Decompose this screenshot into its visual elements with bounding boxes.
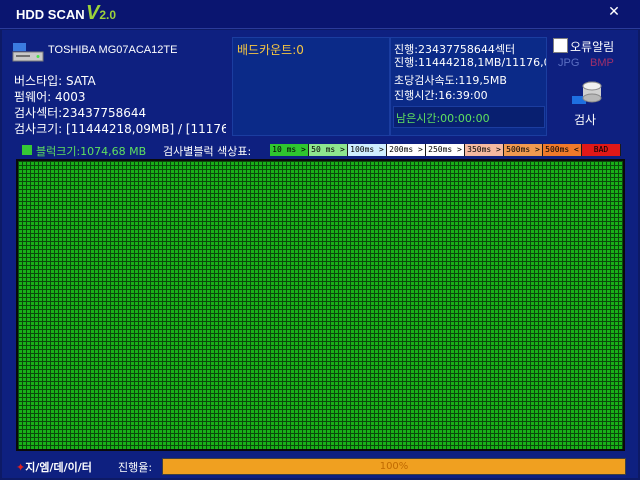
scan-size: 검사크기: [11444218,09MB] / [11176,0 — [14, 122, 226, 136]
block-size: 블럭크기:1074,68 MB — [36, 145, 147, 158]
app-version: V2.0 — [86, 2, 117, 24]
latency-legend: 10 ms > 50 ms > 100ms > 200ms > 250ms > … — [270, 144, 621, 156]
legend-item: 500ms > — [504, 144, 543, 156]
legend-item: BAD — [582, 144, 621, 156]
legend-item: 10 ms > — [270, 144, 309, 156]
brand-logo: ✦지/엠/데/이/터 — [16, 461, 92, 474]
error-alarm-label[interactable]: 오류알림 — [570, 38, 614, 55]
progress-panel: 진행:23437758644섹터 진행:11444218,1MB/11176,0… — [390, 37, 547, 136]
block-size-swatch — [22, 145, 32, 155]
scan-button[interactable]: 검사 — [574, 111, 596, 128]
scan-sectors: 검사섹터:23437758644 — [14, 106, 147, 120]
star-icon: ✦ — [16, 461, 26, 474]
block-map — [18, 161, 623, 449]
legend-item: 250ms > — [426, 144, 465, 156]
remaining-time-box: 남은시간:00:00:00 — [393, 106, 545, 128]
scan-speed: 초당검사속도:119,5MB — [394, 74, 507, 87]
bad-count-panel: 배드카운트:0 — [232, 37, 390, 136]
progress-label: 진행율: — [118, 461, 153, 474]
remaining-time: 남은시간:00:00:00 — [396, 112, 490, 125]
drive-name: TOSHIBA MG07ACA12TE — [48, 44, 178, 56]
legend-title: 검사별블럭 색상표: — [163, 145, 252, 158]
app-title: HDD SCAN — [16, 7, 85, 22]
progress-bytes: 진행:11444218,1MB/11176,0 — [394, 56, 547, 69]
legend-item: 350ms > — [465, 144, 504, 156]
block-map-frame — [16, 159, 625, 451]
bmp-option[interactable]: BMP — [590, 57, 614, 69]
close-icon[interactable]: ✕ — [608, 4, 620, 20]
legend-item: 200ms > — [387, 144, 426, 156]
progress-value: 100% — [379, 461, 409, 472]
jpg-option[interactable]: JPG — [558, 57, 579, 69]
hard-drive-icon — [12, 43, 44, 62]
disk-scan-icon[interactable] — [570, 76, 604, 110]
bus-type: 버스타입: SATA — [14, 74, 96, 88]
bad-count: 배드카운트:0 — [237, 43, 304, 57]
error-alarm-checkbox[interactable] — [553, 38, 568, 53]
legend-item: 50 ms > — [309, 144, 348, 156]
elapsed-time: 진행시간:16:39:00 — [394, 89, 488, 102]
close-button[interactable]: ✕ — [606, 4, 622, 22]
legend-item: 100ms > — [348, 144, 387, 156]
legend-item: 500ms < — [543, 144, 582, 156]
progress-bar: 100% — [162, 458, 626, 475]
firmware: 펌웨어: 4003 — [14, 90, 86, 104]
title-bar: HDD SCAN V2.0 ✕ — [0, 0, 640, 29]
